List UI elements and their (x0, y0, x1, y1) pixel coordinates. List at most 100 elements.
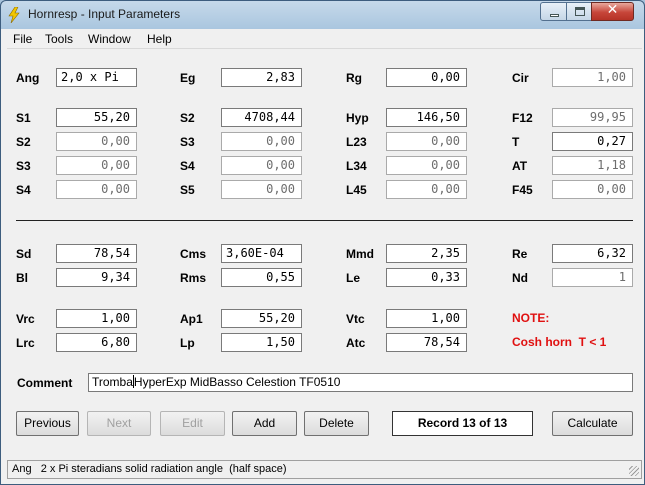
maximize-icon (575, 7, 585, 16)
label-s3: S3 (180, 135, 195, 149)
section-divider (16, 220, 633, 221)
field-lp[interactable]: 1,50 (221, 333, 302, 352)
field-bl[interactable]: 9,34 (56, 268, 137, 287)
previous-button[interactable]: Previous (16, 411, 79, 436)
label-l34: L34 (346, 159, 367, 173)
field-ang[interactable]: 2,0 x Pi (56, 68, 137, 87)
label-eg: Eg (180, 71, 196, 85)
field-cir[interactable]: 1,00 (552, 68, 633, 87)
next-button[interactable]: Next (87, 411, 151, 436)
note-title: NOTE: (512, 311, 550, 325)
field-t[interactable]: 0,27 (552, 132, 633, 151)
label-f12: F12 (512, 111, 533, 125)
label-l45: L45 (346, 183, 367, 197)
field-s5[interactable]: 0,00 (221, 180, 302, 199)
label-t: T (512, 135, 520, 149)
field-lrc[interactable]: 6,80 (56, 333, 137, 352)
label-s2-seg: S2 (16, 135, 31, 149)
field-rms[interactable]: 0,55 (221, 268, 302, 287)
record-indicator: Record 13 of 13 (392, 411, 533, 436)
field-s4[interactable]: 0,00 (221, 156, 302, 175)
add-button[interactable]: Add (232, 411, 297, 436)
label-cir: Cir (512, 71, 529, 85)
label-lrc: Lrc (16, 336, 35, 350)
field-s4-seg[interactable]: 0,00 (56, 180, 137, 199)
comment-text-before: Tromba (92, 375, 133, 389)
field-vrc[interactable]: 1,00 (56, 309, 137, 328)
label-s3-seg: S3 (16, 159, 31, 173)
field-s3[interactable]: 0,00 (221, 132, 302, 151)
label-lp: Lp (180, 336, 195, 350)
label-ang: Ang (16, 71, 40, 85)
field-le[interactable]: 0,33 (386, 268, 467, 287)
label-cms: Cms (180, 247, 207, 261)
field-atc[interactable]: 78,54 (386, 333, 467, 352)
minimize-icon (550, 14, 559, 17)
label-rg: Rg (346, 71, 362, 85)
menu-window[interactable]: Window (88, 32, 131, 46)
label-s1: S1 (16, 111, 31, 125)
field-at[interactable]: 1,18 (552, 156, 633, 175)
resize-grip-icon[interactable] (629, 466, 639, 476)
label-vrc: Vrc (16, 312, 35, 326)
label-sd: Sd (16, 247, 32, 261)
field-s1[interactable]: 55,20 (56, 108, 137, 127)
label-mmd: Mmd (346, 247, 374, 261)
label-rms: Rms (180, 271, 207, 285)
edit-button[interactable]: Edit (160, 411, 225, 436)
comment-input[interactable]: TrombaHyperExp MidBasso Celestion TF0510 (88, 373, 633, 392)
label-l23: L23 (346, 135, 367, 149)
field-s2[interactable]: 4708,44 (221, 108, 302, 127)
label-re: Re (512, 247, 528, 261)
status-text: Ang 2 x Pi steradians solid radiation an… (12, 463, 287, 475)
minimize-button[interactable] (540, 2, 567, 21)
close-button[interactable]: ✕ (591, 2, 634, 21)
field-hyp[interactable]: 146,50 (386, 108, 467, 127)
field-s2-seg[interactable]: 0,00 (56, 132, 137, 151)
label-f45: F45 (512, 183, 533, 197)
calculate-button[interactable]: Calculate (552, 411, 633, 436)
field-l23[interactable]: 0,00 (386, 132, 467, 151)
field-s3-seg[interactable]: 0,00 (56, 156, 137, 175)
label-s4-seg: S4 (16, 183, 31, 197)
label-atc: Atc (346, 336, 366, 350)
label-s5: S5 (180, 183, 195, 197)
close-icon: ✕ (606, 2, 619, 18)
field-sd[interactable]: 78,54 (56, 244, 137, 263)
field-nd[interactable]: 1 (552, 268, 633, 287)
lightning-bolt-icon (8, 7, 20, 23)
menu-help[interactable]: Help (147, 32, 172, 46)
label-le: Le (346, 271, 361, 285)
field-ap1[interactable]: 55,20 (221, 309, 302, 328)
label-s4: S4 (180, 159, 195, 173)
label-s2: S2 (180, 111, 195, 125)
label-hyp: Hyp (346, 111, 369, 125)
field-f12[interactable]: 99,95 (552, 108, 633, 127)
label-comment: Comment (17, 376, 73, 390)
parameters-panel: Ang 2,0 x Pi Eg 2,83 Rg 0,00 Cir 1,00 S1… (7, 49, 642, 463)
menu-tools[interactable]: Tools (45, 32, 73, 46)
title-bar[interactable]: Hornresp - Input Parameters ✕ (1, 1, 644, 29)
menu-file[interactable]: File (13, 32, 32, 46)
comment-text-after: HyperExp MidBasso Celestion TF0510 (133, 375, 341, 389)
note-text: Cosh horn T < 1 (512, 335, 607, 349)
field-rg[interactable]: 0,00 (386, 68, 467, 87)
status-bar: Ang 2 x Pi steradians solid radiation an… (7, 460, 642, 479)
field-l45[interactable]: 0,00 (386, 180, 467, 199)
window-title: Hornresp - Input Parameters (28, 7, 181, 21)
maximize-button[interactable] (566, 2, 592, 21)
label-bl: Bl (16, 271, 28, 285)
field-l34[interactable]: 0,00 (386, 156, 467, 175)
field-re[interactable]: 6,32 (552, 244, 633, 263)
label-nd: Nd (512, 271, 528, 285)
field-mmd[interactable]: 2,35 (386, 244, 467, 263)
main-window: Hornresp - Input Parameters ✕ File Tools… (0, 0, 645, 485)
field-cms[interactable]: 3,60E-04 (221, 244, 302, 263)
field-vtc[interactable]: 1,00 (386, 309, 467, 328)
field-f45[interactable]: 0,00 (552, 180, 633, 199)
field-eg[interactable]: 2,83 (221, 68, 302, 87)
label-at: AT (512, 159, 528, 173)
label-ap1: Ap1 (180, 312, 203, 326)
delete-button[interactable]: Delete (304, 411, 369, 436)
menu-bar: File Tools Window Help (7, 29, 642, 49)
